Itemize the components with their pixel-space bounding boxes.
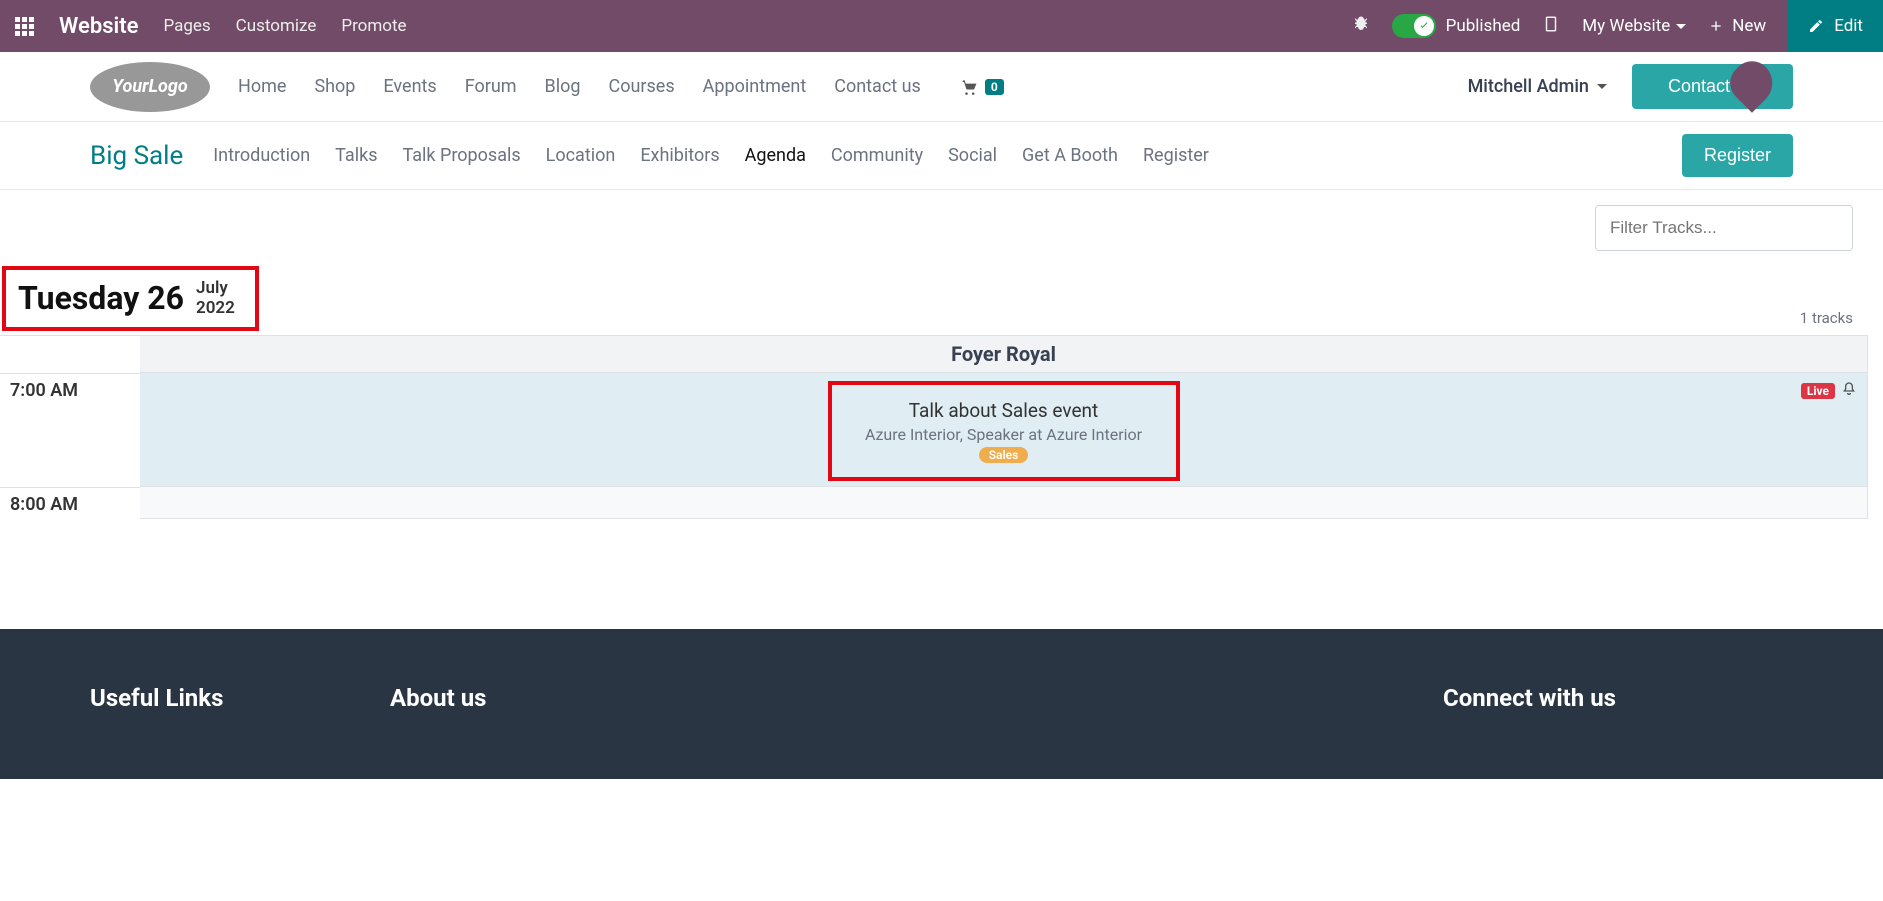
published-label: Published [1446,16,1521,36]
mobile-icon[interactable] [1542,15,1560,37]
tab-introduction[interactable]: Introduction [213,145,310,166]
user-menu[interactable]: Mitchell Admin [1468,76,1607,97]
register-button[interactable]: Register [1682,134,1793,177]
footer-col-about: About us [390,684,1383,749]
my-website-dropdown[interactable]: My Website [1582,16,1686,36]
cart-icon [959,77,979,97]
nav-courses[interactable]: Courses [609,76,675,97]
time-label-7am: 7:00 AM [0,373,140,487]
bug-icon[interactable] [1352,15,1370,37]
talk-speaker: Azure Interior, Speaker at Azure Interio… [865,425,1142,444]
new-label: New [1732,16,1766,36]
bell-icon[interactable] [1841,381,1857,401]
published-toggle-wrap: Published [1392,14,1521,38]
cart-button[interactable]: 0 [959,77,1004,97]
topbar-promote[interactable]: Promote [341,16,406,36]
tab-register[interactable]: Register [1143,145,1209,166]
live-badge: Live [1801,383,1835,399]
tracks-count: 1 tracks [0,309,1853,327]
agenda-day: Tuesday 26 [18,279,184,317]
event-subnav: Big Sale Introduction Talks Talk Proposa… [0,122,1883,190]
tab-talks[interactable]: Talks [335,145,377,166]
tab-proposals[interactable]: Talk Proposals [402,145,520,166]
apps-icon[interactable] [15,17,34,36]
user-name-label: Mitchell Admin [1468,76,1589,97]
my-website-label: My Website [1582,16,1670,36]
agenda-year: 2022 [196,298,235,318]
agenda-grid: Foyer Royal 7:00 AM Live Talk about Sale… [0,335,1868,519]
published-toggle[interactable] [1392,14,1436,38]
footer-col-useful: Useful Links [90,684,330,749]
nav-forum[interactable]: Forum [465,76,517,97]
agenda-container: Tuesday 26 July 2022 1 tracks Foyer Roya… [0,266,1883,559]
footer-connect-title: Connect with us [1443,684,1793,712]
nav-appointment[interactable]: Appointment [703,76,807,97]
nav-home[interactable]: Home [238,76,286,97]
site-logo[interactable]: YourLogo [90,62,210,112]
tab-exhibitors[interactable]: Exhibitors [640,145,719,166]
footer-useful-title: Useful Links [90,684,330,712]
app-topbar: Website Pages Customize Promote Publishe… [0,0,1883,52]
site-nav: YourLogo Home Shop Events Forum Blog Cou… [0,52,1883,122]
pencil-icon [1808,18,1824,34]
filter-row [0,190,1883,266]
new-button[interactable]: New [1708,16,1766,36]
talk-tag: Sales [979,447,1029,463]
topbar-right: Published My Website New Edit [1352,0,1868,52]
talk-badges: Live [1801,381,1857,401]
event-title[interactable]: Big Sale [90,141,183,171]
tab-community[interactable]: Community [831,145,923,166]
tab-booth[interactable]: Get A Booth [1022,145,1118,166]
footer-about-title: About us [390,684,1383,712]
nav-shop[interactable]: Shop [314,76,355,97]
track-header: Foyer Royal [140,335,1868,373]
tab-location[interactable]: Location [546,145,616,166]
nav-blog[interactable]: Blog [545,76,581,97]
logo-text: YourLogo [112,76,187,97]
cart-count-badge: 0 [985,79,1004,95]
caret-down-icon [1597,84,1607,89]
topbar-left: Website Pages Customize Promote [15,14,407,39]
track-slot-7am: Live Talk about Sales event Azure Interi… [140,373,1868,487]
time-label-8am: 8:00 AM [0,487,140,519]
edit-button[interactable]: Edit [1788,0,1883,52]
topbar-customize[interactable]: Customize [236,16,317,36]
toggle-knob-check-icon [1414,16,1434,36]
track-slot-8am [140,487,1868,519]
agenda-date: Tuesday 26 July 2022 [2,266,259,331]
plus-icon [1708,18,1724,34]
agenda-month: July [196,278,235,298]
nav-contact[interactable]: Contact us [834,76,921,97]
footer-col-connect: Connect with us [1443,684,1793,749]
filter-tracks-input[interactable] [1595,205,1853,251]
talk-title: Talk about Sales event [909,399,1098,422]
talk-card[interactable]: Talk about Sales event Azure Interior, S… [828,381,1180,481]
tab-agenda[interactable]: Agenda [745,145,806,166]
site-footer: Useful Links About us Connect with us [0,629,1883,779]
caret-down-icon [1676,24,1686,29]
nav-events[interactable]: Events [383,76,436,97]
brand-name[interactable]: Website [59,14,138,39]
edit-label: Edit [1834,16,1863,36]
grid-corner [0,335,140,373]
topbar-pages[interactable]: Pages [163,16,210,36]
tab-social[interactable]: Social [948,145,997,166]
